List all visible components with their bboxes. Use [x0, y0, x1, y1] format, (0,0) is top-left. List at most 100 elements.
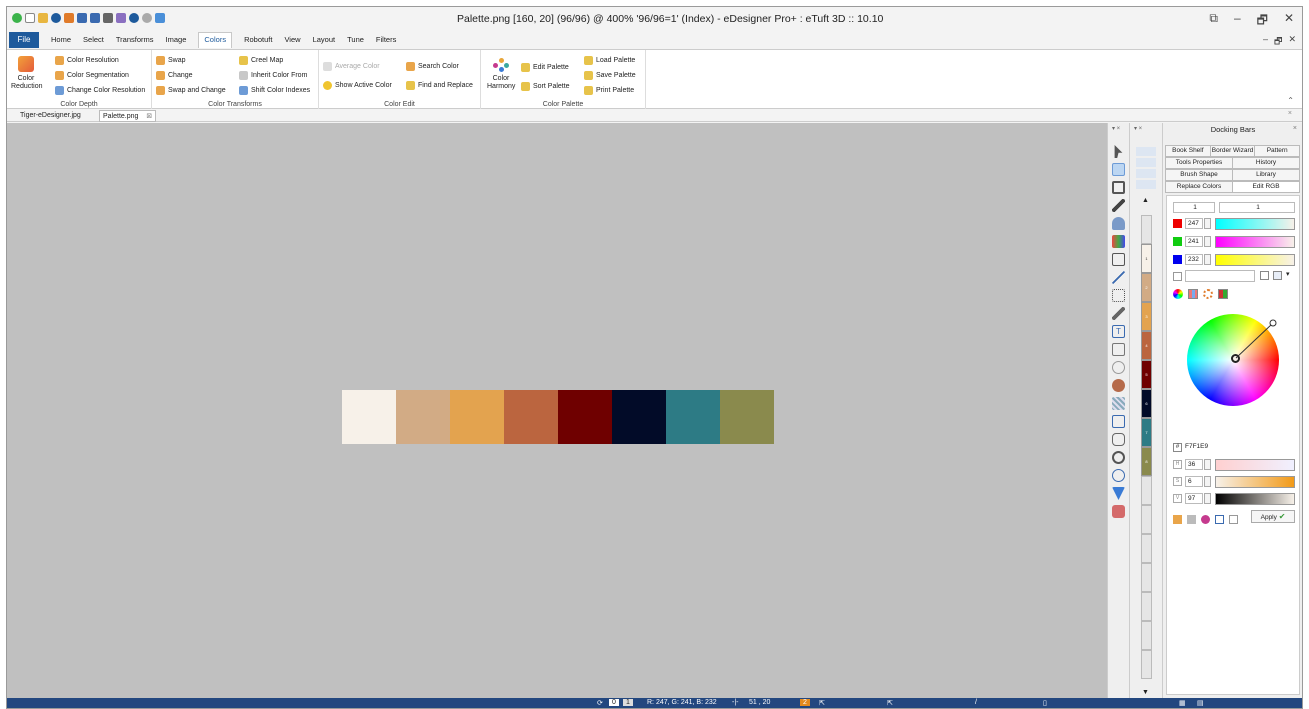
mdi-restore-button[interactable]: 🗗: [1274, 34, 1282, 50]
hue-spinner[interactable]: [1204, 459, 1211, 470]
color-resolution-button[interactable]: Color Resolution: [55, 56, 119, 65]
palette-view-icons[interactable]: [1136, 145, 1156, 189]
resize-icon[interactable]: ⇱: [819, 699, 825, 707]
window-icon[interactable]: [155, 13, 165, 23]
panel-pin-icon[interactable]: ▾ ×: [1112, 125, 1120, 132]
palette-grid-mode-icon[interactable]: [1218, 289, 1228, 299]
tab-library[interactable]: Library: [1232, 169, 1300, 181]
red-value-field[interactable]: 247: [1185, 218, 1203, 229]
size-icon[interactable]: ⇱: [887, 699, 893, 707]
restore-layout-button[interactable]: ⧉: [1209, 11, 1218, 32]
swatch-4[interactable]: [504, 390, 558, 444]
layers-status-icon[interactable]: ▤: [1197, 699, 1204, 707]
color-name-field[interactable]: [1185, 270, 1255, 282]
green-spinner[interactable]: [1204, 236, 1211, 247]
swatch-5[interactable]: [558, 390, 612, 444]
scroll-up-icon[interactable]: ▲: [1142, 197, 1149, 204]
palette-cell-7[interactable]: 7: [1141, 418, 1152, 447]
palette-empty-cell[interactable]: [1141, 534, 1152, 563]
swatch-6[interactable]: [612, 390, 666, 444]
close-button[interactable]: ✕: [1284, 11, 1294, 32]
palette-cell-6[interactable]: 6: [1141, 389, 1152, 418]
tab-replace-colors[interactable]: Replace Colors: [1165, 181, 1233, 193]
image-icon[interactable]: [64, 13, 74, 23]
green-gradient-slider[interactable]: [1215, 236, 1295, 248]
sort-palette-button[interactable]: Sort Palette: [521, 82, 570, 91]
tuft-tool-icon[interactable]: [1112, 505, 1125, 518]
index-field-1[interactable]: 1: [1173, 202, 1215, 213]
undo-icon[interactable]: [129, 13, 139, 23]
redo-icon[interactable]: [142, 13, 152, 23]
tab-book-shelf[interactable]: Book Shelf: [1165, 145, 1211, 157]
blue-spinner[interactable]: [1204, 254, 1211, 265]
palette-empty-cell[interactable]: [1141, 592, 1152, 621]
tab-tune[interactable]: Tune: [347, 35, 364, 48]
crop-tool-icon[interactable]: [1112, 181, 1125, 194]
swatch-2[interactable]: [396, 390, 450, 444]
maximize-button[interactable]: 🗗: [1257, 11, 1268, 32]
swatch-1[interactable]: [342, 390, 396, 444]
change-button[interactable]: Change: [156, 71, 193, 80]
brush-tool-icon[interactable]: [1112, 199, 1125, 212]
palette-cell-4[interactable]: 4: [1141, 331, 1152, 360]
magnifier-tool-icon[interactable]: [1112, 451, 1125, 464]
swatch-7[interactable]: [666, 390, 720, 444]
blue-value-field[interactable]: 232: [1185, 254, 1203, 265]
value-spinner[interactable]: [1204, 493, 1211, 504]
harmony-mode-icon[interactable]: [1203, 289, 1213, 299]
swap-button[interactable]: Swap: [156, 56, 186, 65]
page-icon[interactable]: ▯: [1043, 699, 1047, 707]
load-palette-button[interactable]: Load Palette: [584, 56, 635, 65]
collapse-ribbon-icon[interactable]: ⌃: [1287, 96, 1294, 105]
green-value-field[interactable]: 241: [1185, 236, 1203, 247]
eraser-tool-icon[interactable]: [1112, 361, 1125, 374]
red-spinner[interactable]: [1204, 218, 1211, 229]
smudge-tool-icon[interactable]: [1112, 379, 1125, 392]
palette-empty-cell[interactable]: [1141, 621, 1152, 650]
find-and-replace-button[interactable]: Find and Replace: [406, 81, 473, 90]
apply-options-icon[interactable]: [1273, 271, 1282, 280]
palette-panel-pin-icon[interactable]: ▾ ×: [1134, 125, 1142, 132]
palette-empty-cell[interactable]: [1141, 215, 1152, 244]
add-color-icon[interactable]: [1187, 515, 1196, 524]
tab-view[interactable]: View: [284, 35, 300, 48]
hex-value[interactable]: F7F1E9: [1185, 443, 1208, 450]
creel-map-button[interactable]: Creel Map: [239, 56, 283, 65]
zoom-region-tool-icon[interactable]: [1112, 415, 1125, 428]
minimize-button[interactable]: –: [1234, 11, 1241, 32]
dock-close-icon[interactable]: ×: [1293, 125, 1297, 132]
palette-cell-1[interactable]: 1: [1141, 244, 1152, 273]
funnel-tool-icon[interactable]: [1112, 487, 1125, 500]
save-palette-button[interactable]: Save Palette: [584, 71, 636, 80]
swatch-3[interactable]: [450, 390, 504, 444]
transform-icon[interactable]: [116, 13, 126, 23]
change-color-resolution-button[interactable]: Change Color Resolution: [55, 86, 145, 95]
tab-tools-properties[interactable]: Tools Properties: [1165, 157, 1233, 169]
edit-palette-button[interactable]: Edit Palette: [521, 63, 569, 72]
expand-icon[interactable]: [1229, 515, 1238, 524]
palette-cell-5[interactable]: 5: [1141, 360, 1152, 389]
tab-pattern[interactable]: Pattern: [1254, 145, 1301, 157]
apply-button[interactable]: Apply ✔: [1251, 510, 1295, 523]
open-folder-icon[interactable]: [38, 13, 48, 23]
pointer-tool-icon[interactable]: [1114, 145, 1123, 158]
color-wheel-mode-icon[interactable]: [1173, 289, 1183, 299]
swap-and-change-button[interactable]: Swap and Change: [156, 86, 226, 95]
close-docs-icon[interactable]: ×: [1288, 110, 1292, 117]
hue-value-field[interactable]: 36: [1185, 459, 1203, 470]
shift-color-indexes-button[interactable]: Shift Color Indexes: [239, 86, 310, 95]
close-tab-icon[interactable]: ⊠: [146, 113, 152, 120]
refresh-icon[interactable]: [51, 13, 61, 23]
mdi-close-button[interactable]: ✕: [1288, 34, 1296, 50]
print-palette-button[interactable]: Print Palette: [584, 86, 634, 95]
palette-empty-cell[interactable]: [1141, 650, 1152, 679]
color-wheel-handle[interactable]: [1231, 354, 1240, 363]
saturation-spinner[interactable]: [1204, 476, 1211, 487]
palette-cell-2[interactable]: 2: [1141, 273, 1152, 302]
pencil-tool-icon[interactable]: [1112, 163, 1125, 176]
image-canvas[interactable]: [7, 123, 1107, 698]
tab-image[interactable]: Image: [166, 35, 187, 48]
swatch-8[interactable]: [720, 390, 774, 444]
show-active-color-button[interactable]: Show Active Color: [323, 81, 392, 90]
tab-edit-rgb[interactable]: Edit RGB: [1232, 181, 1300, 193]
